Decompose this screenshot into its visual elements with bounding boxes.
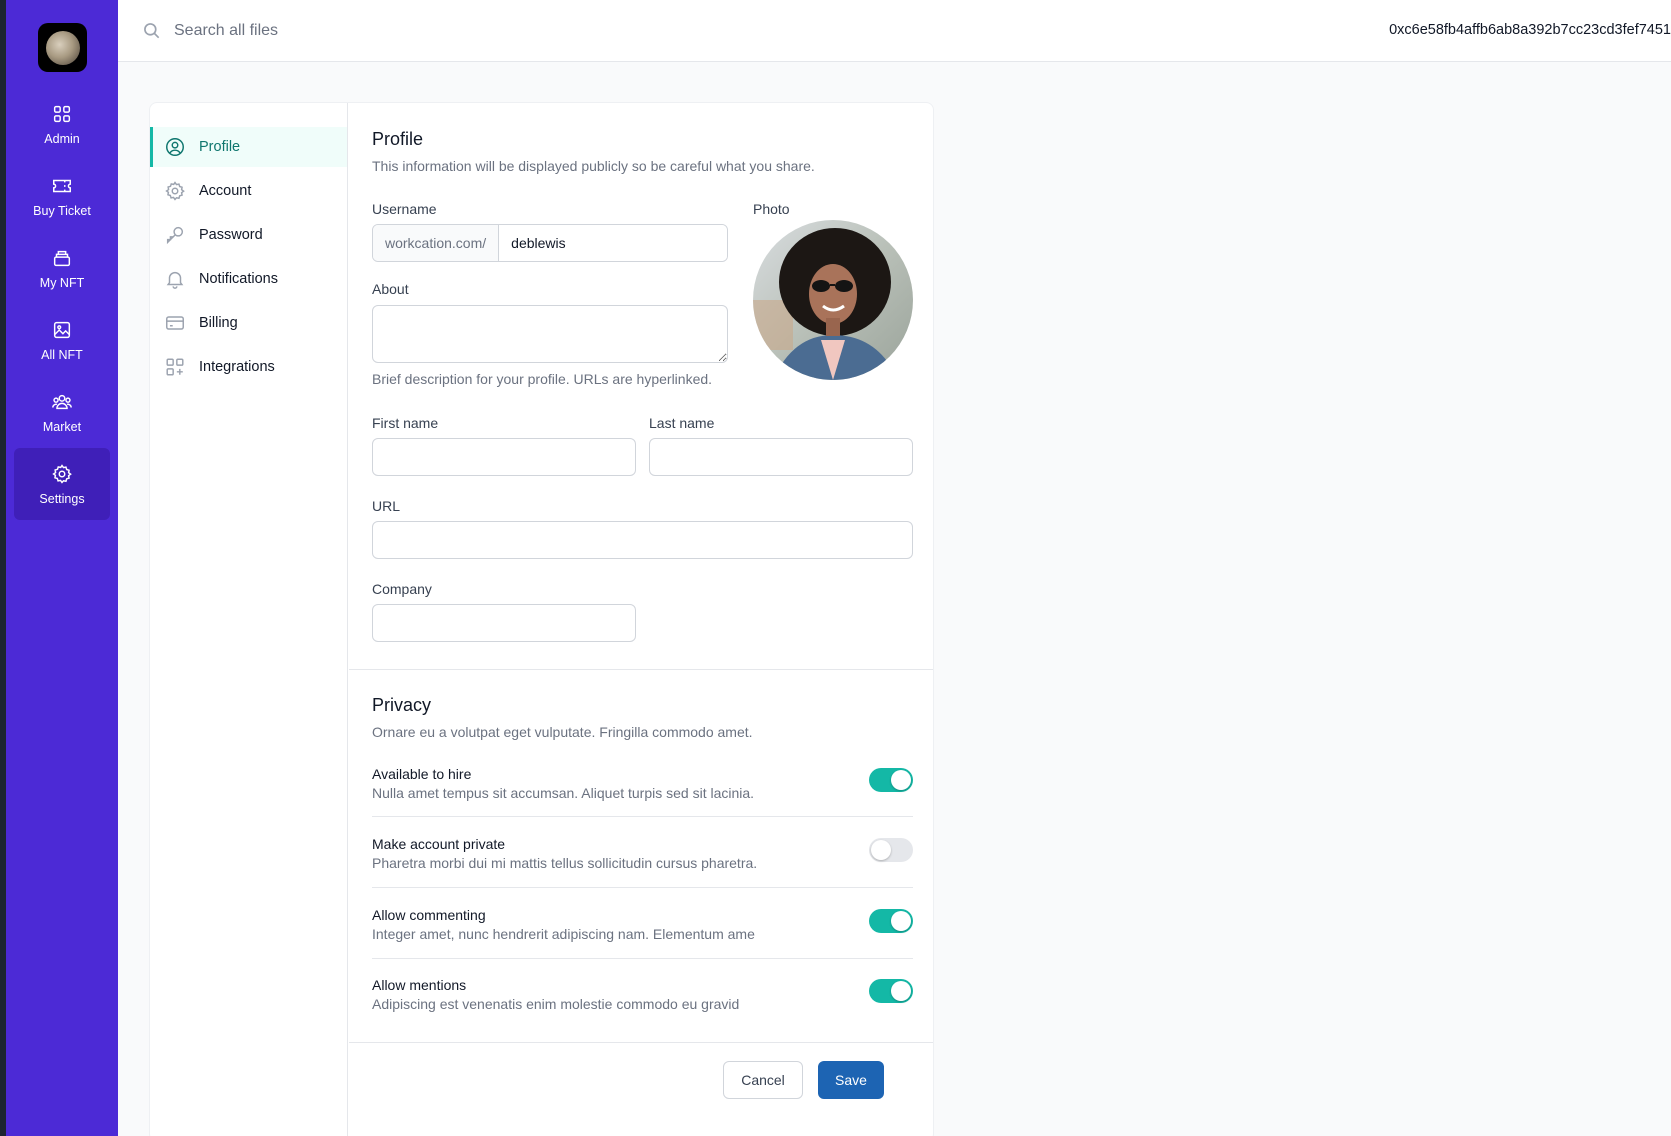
url-label: URL [372, 498, 401, 514]
available-to-hire-toggle[interactable] [869, 768, 913, 792]
sidebar-item-admin[interactable]: Admin [14, 88, 110, 160]
ticket-icon [53, 179, 71, 192]
allow-mentions-toggle[interactable] [869, 979, 913, 1003]
settings-nav-label: Password [199, 227, 263, 243]
sidebar-item-label: Settings [39, 491, 85, 506]
profile-photo[interactable] [753, 220, 913, 380]
toggle-knob [891, 981, 911, 1001]
sidebar-item-label: Admin [44, 131, 80, 146]
company-label: Company [372, 581, 432, 597]
last-name-label: Last name [649, 415, 715, 431]
toggle-knob [891, 911, 911, 931]
sidebar-item-label: All NFT [41, 347, 83, 362]
first-name-label: First name [372, 415, 439, 431]
settings-nav-profile[interactable]: Profile [150, 127, 347, 167]
toggle-desc-available-to-hire: Nulla amet tempus sit accumsan. Aliquet … [372, 785, 755, 801]
sidebar-item-settings[interactable]: Settings [14, 448, 110, 520]
toggle-desc-allow-mentions: Adipiscing est venenatis enim molestie c… [372, 996, 740, 1012]
users-icon [52, 394, 72, 409]
settings-nav-integrations[interactable]: Integrations [150, 347, 347, 387]
first-name-input[interactable] [372, 438, 636, 476]
toggle-knob [891, 770, 911, 790]
settings-nav: Profile Account Password Notifications B… [150, 103, 348, 1136]
privacy-description: Ornare eu a volutpat eget vulputate. Fri… [372, 724, 753, 740]
cancel-button[interactable]: Cancel [723, 1061, 803, 1099]
footer-divider [349, 1042, 933, 1043]
last-name-input[interactable] [649, 438, 913, 476]
about-label: About [372, 281, 409, 297]
username-input[interactable] [499, 225, 727, 261]
user-circle-icon [166, 138, 184, 156]
search-input[interactable] [174, 18, 674, 44]
sidebar-item-my-nft[interactable]: My NFT [14, 232, 110, 304]
about-textarea[interactable] [372, 305, 728, 363]
privacy-title: Privacy [372, 695, 432, 715]
username-label: Username [372, 201, 437, 217]
row-divider [372, 887, 913, 888]
toggle-title-available-to-hire: Available to hire [372, 766, 472, 782]
settings-nav-password[interactable]: Password [150, 215, 347, 255]
toggle-title-make-account-private: Make account private [372, 836, 506, 852]
gear-icon [165, 181, 185, 201]
company-input[interactable] [372, 604, 636, 642]
save-button[interactable]: Save [818, 1061, 884, 1099]
toggle-desc-allow-commenting: Integer amet, nunc hendrerit adipiscing … [372, 926, 755, 942]
grid-icon [53, 105, 71, 122]
profile-photo-image [753, 220, 913, 380]
settings-nav-label: Account [199, 183, 252, 199]
allow-commenting-toggle[interactable] [869, 909, 913, 933]
sidebar-item-all-nft[interactable]: All NFT [14, 304, 110, 376]
photo-label: Photo [753, 201, 790, 217]
wallet-address: 0xc6e58fb4affb6ab8a392b7cc23cd3fef7451 [1389, 22, 1671, 38]
settings-nav-notifications[interactable]: Notifications [150, 259, 347, 299]
url-input[interactable] [372, 521, 913, 559]
sidebar-item-market[interactable]: Market [14, 376, 110, 448]
app-sidebar: Admin Buy Ticket My NFT All NFT Market S… [6, 0, 118, 1136]
moon-logo-icon [45, 30, 80, 65]
sidebar-item-label: My NFT [39, 275, 85, 290]
username-prefix: workcation.com/ [373, 225, 500, 261]
credit-card-icon [166, 316, 184, 330]
about-help-text: Brief description for your profile. URLs… [372, 371, 713, 387]
settings-nav-label: Notifications [199, 271, 278, 287]
section-divider [349, 669, 933, 670]
sidebar-item-label: Buy Ticket [33, 203, 91, 218]
toggle-title-allow-commenting: Allow commenting [372, 907, 486, 923]
settings-card: Profile Account Password Notifications B… [149, 102, 934, 1136]
settings-nav-label: Integrations [199, 359, 275, 375]
stack-icon [53, 250, 71, 266]
username-field-group: workcation.com/ [372, 224, 728, 262]
make-account-private-toggle[interactable] [869, 838, 913, 862]
profile-title: Profile [372, 129, 424, 149]
app-logo[interactable] [38, 23, 87, 72]
squares-plus-icon [166, 358, 184, 376]
settings-nav-label: Profile [199, 139, 241, 155]
settings-nav-billing[interactable]: Billing [150, 303, 347, 343]
settings-nav-account[interactable]: Account [150, 171, 347, 211]
row-divider [372, 958, 913, 959]
bell-icon [166, 271, 184, 289]
gear-icon [52, 463, 72, 484]
top-bar: 0xc6e58fb4affb6ab8a392b7cc23cd3fef7451 [118, 0, 1671, 62]
toggle-desc-make-account-private: Pharetra morbi dui mi mattis tellus soll… [372, 855, 758, 871]
settings-nav-label: Billing [199, 315, 238, 331]
sidebar-item-label: Market [42, 419, 82, 434]
search-icon [144, 23, 160, 39]
key-icon [166, 226, 184, 245]
sidebar-item-buy-ticket[interactable]: Buy Ticket [14, 160, 110, 232]
toggle-title-allow-mentions: Allow mentions [372, 977, 467, 993]
toggle-knob [871, 840, 891, 860]
row-divider [372, 816, 913, 817]
image-icon [53, 321, 71, 338]
profile-description: This information will be displayed publi… [372, 158, 815, 174]
